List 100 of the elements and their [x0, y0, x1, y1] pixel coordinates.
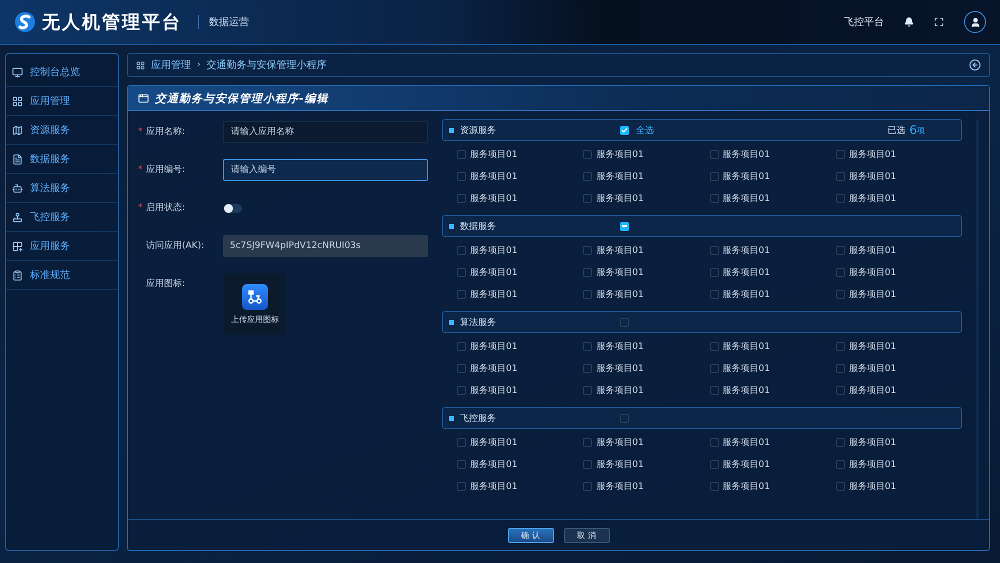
checkbox-label[interactable]: 服务项目01 [848, 192, 896, 204]
checkbox[interactable] [710, 364, 718, 372]
checkbox-label[interactable]: 服务项目01 [596, 480, 644, 492]
checkbox-label[interactable]: 服务项目01 [470, 244, 518, 256]
checkbox-label[interactable]: 服务项目01 [596, 148, 644, 160]
checkbox-label[interactable]: 服务项目01 [722, 266, 770, 278]
checkbox[interactable] [710, 290, 718, 298]
checkbox[interactable] [457, 364, 466, 372]
bell-icon[interactable] [904, 17, 914, 27]
checkbox-label[interactable]: 服务项目01 [596, 266, 644, 278]
checkbox[interactable] [457, 342, 466, 350]
checkbox-label[interactable]: 服务项目01 [722, 480, 770, 492]
checkbox[interactable] [583, 482, 592, 490]
sidebar-item[interactable]: 飞控服务 [6, 203, 118, 232]
checkbox[interactable] [457, 150, 466, 158]
sidebar-item[interactable]: 应用管理 [6, 87, 118, 116]
checkbox[interactable] [836, 172, 845, 180]
group-checkbox[interactable] [620, 318, 629, 326]
checkbox[interactable] [457, 460, 466, 468]
checkbox[interactable] [836, 342, 845, 350]
checkbox-label[interactable]: 服务项目01 [470, 362, 518, 374]
checkbox-label[interactable]: 服务项目01 [848, 458, 896, 470]
checkbox[interactable] [836, 386, 845, 394]
select-all-label[interactable]: 全选 [636, 124, 654, 136]
checkbox-label[interactable]: 服务项目01 [470, 266, 518, 278]
checkbox[interactable] [457, 438, 466, 446]
checkbox-label[interactable]: 服务项目01 [848, 362, 896, 374]
checkbox-label[interactable]: 服务项目01 [848, 384, 896, 396]
checkbox[interactable] [710, 482, 718, 490]
platform-link[interactable]: 飞控平台 [844, 15, 884, 29]
checkbox[interactable] [710, 342, 718, 350]
checkbox-label[interactable]: 服务项目01 [722, 148, 770, 160]
checkbox[interactable] [583, 268, 592, 276]
checkbox[interactable] [710, 386, 718, 394]
group-checkbox[interactable] [620, 126, 629, 134]
checkbox-label[interactable]: 服务项目01 [470, 170, 518, 182]
checkbox[interactable] [457, 246, 466, 254]
cancel-button[interactable]: 取 消 [564, 528, 610, 542]
checkbox[interactable] [836, 364, 845, 372]
checkbox[interactable] [583, 460, 592, 468]
checkbox[interactable] [836, 290, 845, 298]
checkbox-label[interactable]: 服务项目01 [722, 436, 770, 448]
checkbox[interactable] [583, 246, 592, 254]
checkbox[interactable] [836, 150, 845, 158]
checkbox-label[interactable]: 服务项目01 [848, 288, 896, 300]
checkbox[interactable] [583, 290, 592, 298]
checkbox-label[interactable]: 服务项目01 [470, 384, 518, 396]
checkbox-label[interactable]: 服务项目01 [722, 288, 770, 300]
checkbox-label[interactable]: 服务项目01 [722, 340, 770, 352]
checkbox[interactable] [836, 482, 845, 490]
checkbox-label[interactable]: 服务项目01 [722, 170, 770, 182]
partial-checkbox[interactable] [620, 222, 629, 230]
checkbox[interactable] [836, 246, 845, 254]
sidebar-item[interactable]: 算法服务 [6, 174, 118, 203]
checkbox[interactable] [457, 194, 466, 202]
checkbox-label[interactable]: 服务项目01 [848, 436, 896, 448]
checkbox-label[interactable]: 服务项目01 [722, 192, 770, 204]
checkbox[interactable] [710, 438, 718, 446]
toggle-switch[interactable] [224, 204, 242, 213]
checkbox[interactable] [836, 438, 845, 446]
checkbox[interactable] [710, 268, 718, 276]
fullscreen-icon[interactable] [934, 17, 944, 27]
checkbox-label[interactable]: 服务项目01 [596, 436, 644, 448]
checkbox-label[interactable]: 服务项目01 [596, 244, 644, 256]
checkbox-label[interactable]: 服务项目01 [848, 244, 896, 256]
sidebar-item[interactable]: 标准规范 [6, 261, 118, 290]
checkbox[interactable] [836, 194, 845, 202]
checkbox[interactable] [710, 172, 718, 180]
checkbox-label[interactable]: 服务项目01 [596, 362, 644, 374]
sidebar-item[interactable]: 数据服务 [6, 145, 118, 174]
checkbox-label[interactable]: 服务项目01 [722, 384, 770, 396]
checkbox[interactable] [457, 172, 466, 180]
checkbox[interactable] [583, 194, 592, 202]
sidebar-item[interactable]: 资源服务 [6, 116, 118, 145]
checkbox-label[interactable]: 服务项目01 [722, 362, 770, 374]
checkbox-label[interactable]: 服务项目01 [848, 480, 896, 492]
checkbox-label[interactable]: 服务项目01 [596, 384, 644, 396]
checkbox-label[interactable]: 服务项目01 [470, 288, 518, 300]
checkbox-label[interactable]: 服务项目01 [470, 340, 518, 352]
checkbox[interactable] [583, 386, 592, 394]
checkbox[interactable] [836, 460, 845, 468]
sidebar-item[interactable]: 应用服务 [6, 232, 118, 261]
checkbox-label[interactable]: 服务项目01 [722, 458, 770, 470]
checkbox-label[interactable]: 服务项目01 [470, 480, 518, 492]
group-checkbox[interactable] [620, 414, 629, 422]
checkbox[interactable] [710, 194, 718, 202]
checkbox-label[interactable]: 服务项目01 [596, 170, 644, 182]
checkbox-label[interactable]: 服务项目01 [470, 458, 518, 470]
checkbox-label[interactable]: 服务项目01 [470, 192, 518, 204]
checkbox-label[interactable]: 服务项目01 [596, 288, 644, 300]
checkbox[interactable] [710, 150, 718, 158]
checkbox-label[interactable]: 服务项目01 [848, 340, 896, 352]
checkbox[interactable] [457, 290, 466, 298]
checkbox[interactable] [583, 364, 592, 372]
checkbox[interactable] [583, 150, 592, 158]
checkbox[interactable] [710, 246, 718, 254]
checkbox-label[interactable]: 服务项目01 [470, 436, 518, 448]
checkbox[interactable] [457, 268, 466, 276]
checkbox[interactable] [583, 172, 592, 180]
checkbox[interactable] [836, 268, 845, 276]
